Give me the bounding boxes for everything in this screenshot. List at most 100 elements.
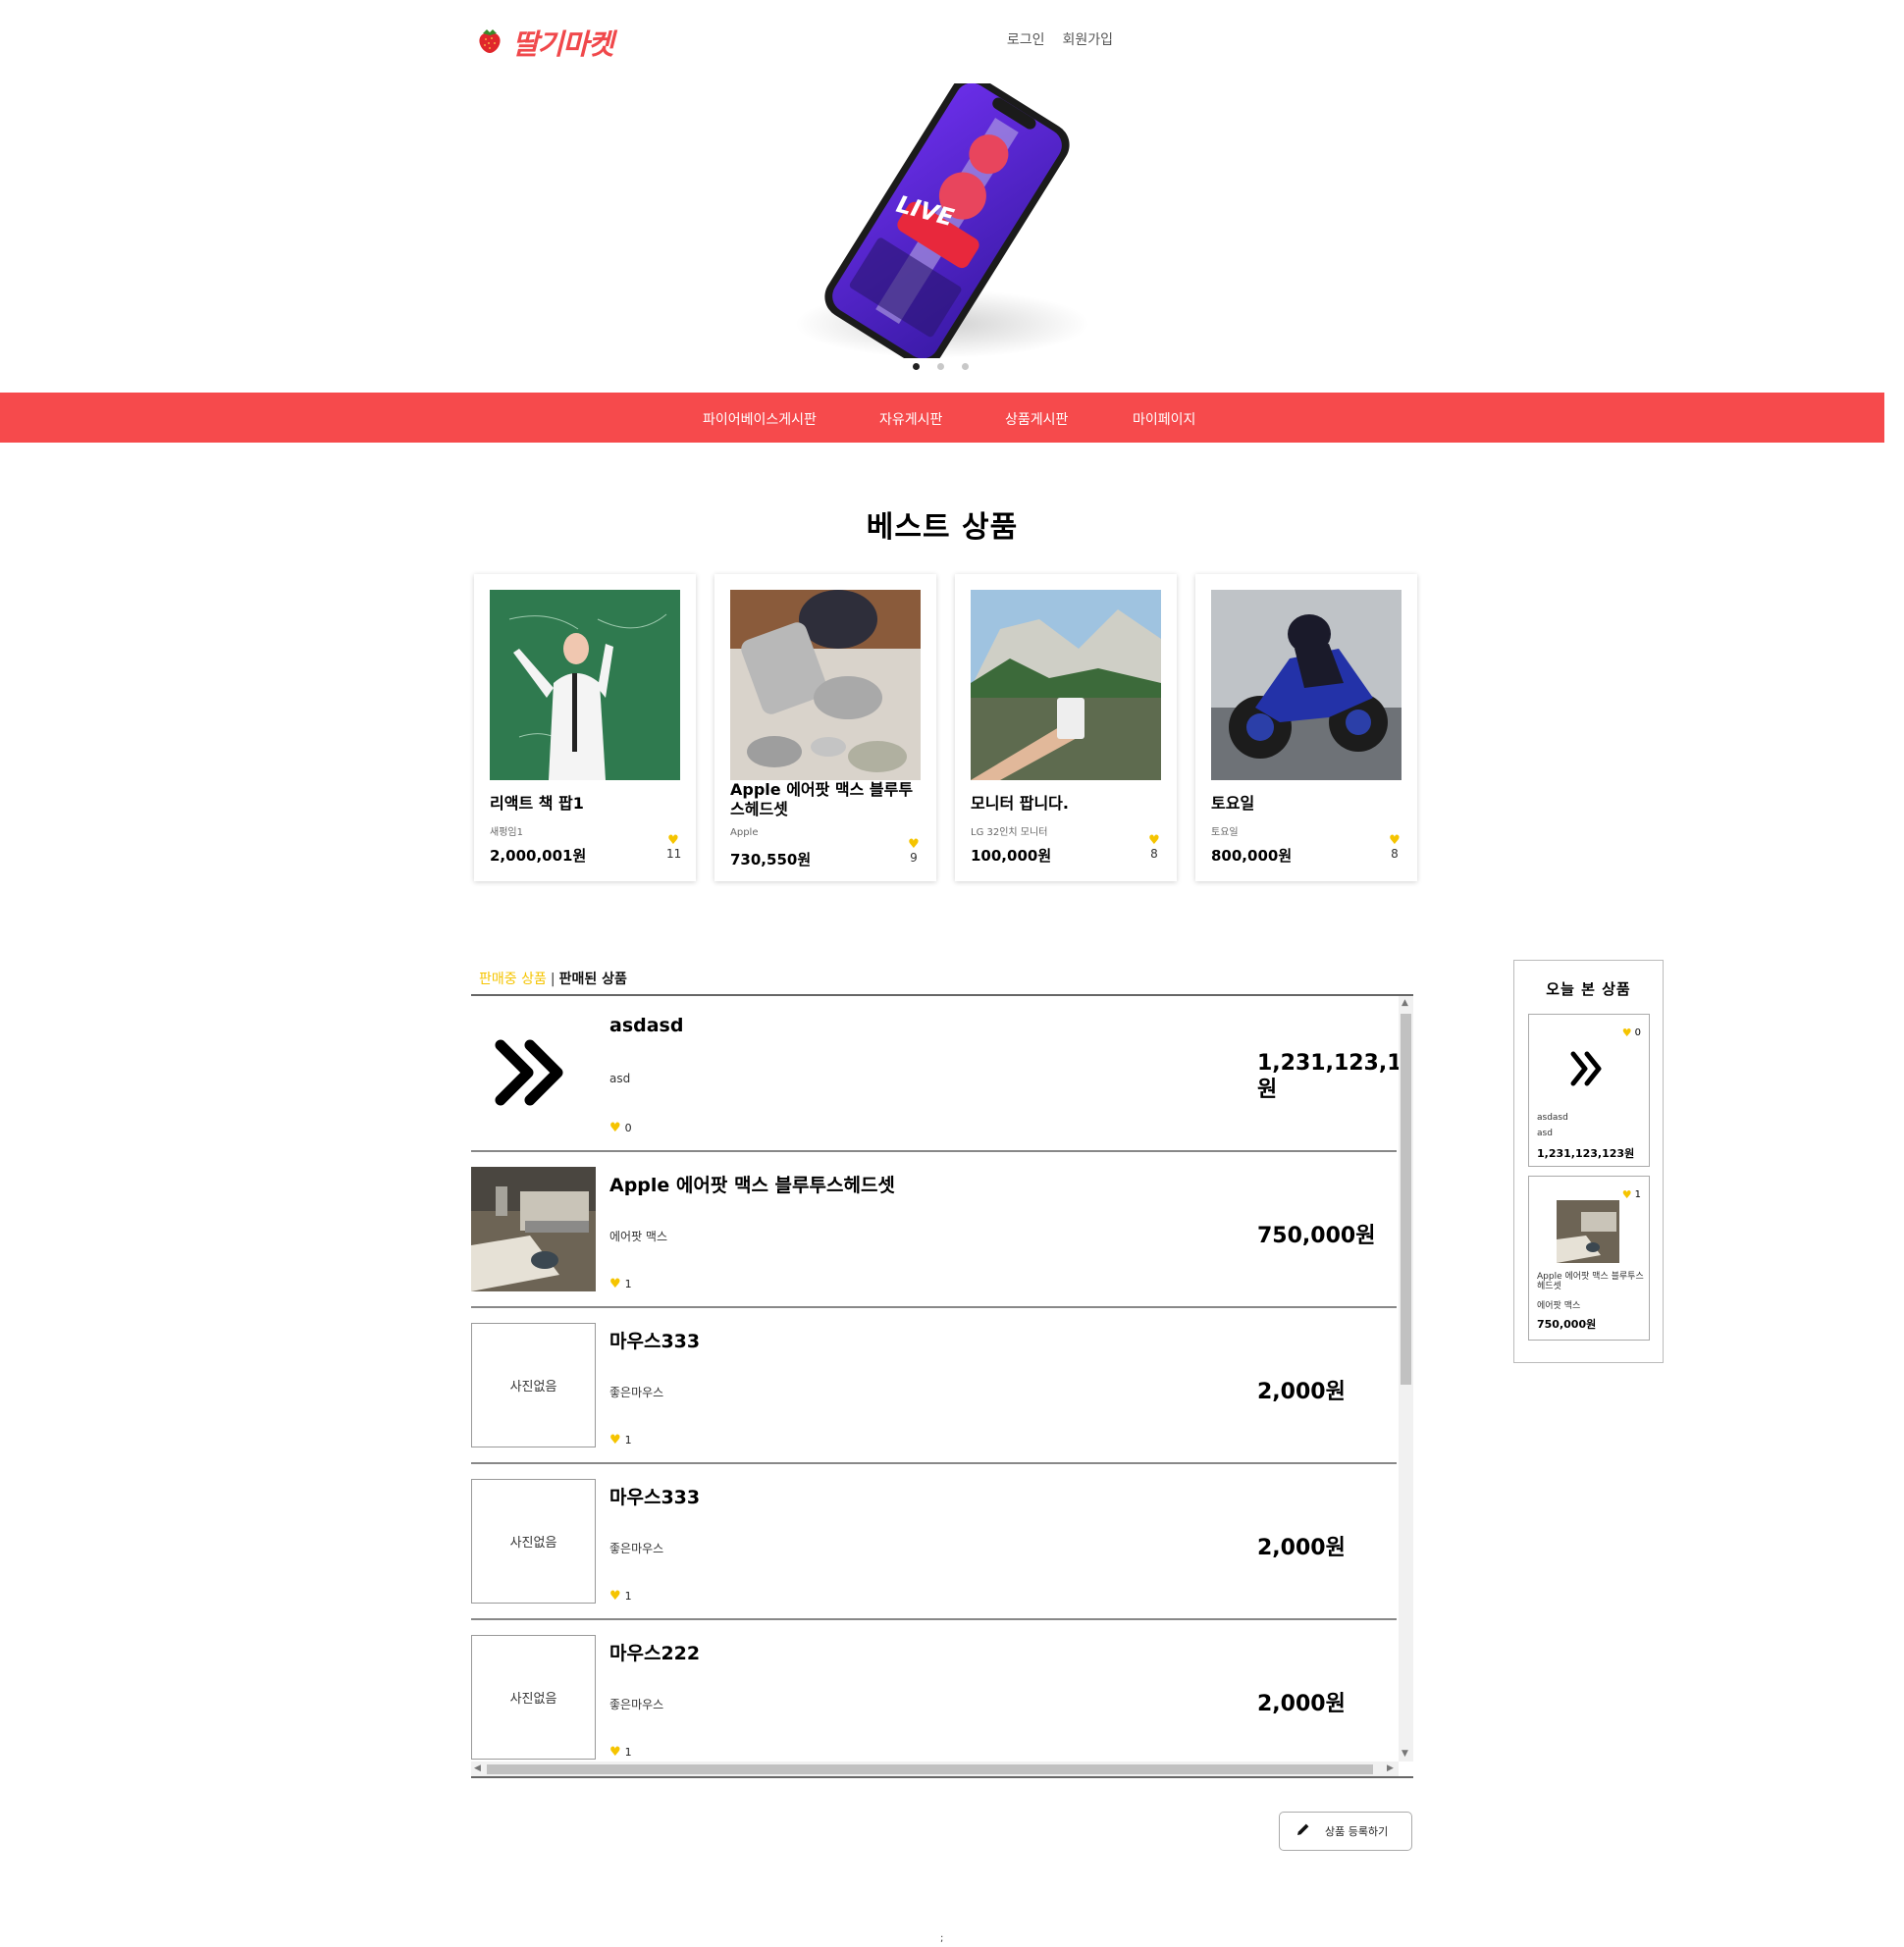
heart-icon: ♥ [609, 1121, 621, 1135]
scroll-left-icon[interactable]: ◀ [474, 1763, 481, 1773]
divider [471, 1776, 1413, 1778]
recent-item-subtitle: 에어팟 맥스 [1537, 1301, 1581, 1311]
heart-icon: ♥ [667, 833, 679, 848]
product-name: Apple 에어팟 맥스 블루투스헤드셋 [730, 780, 914, 818]
nav-mypage[interactable]: 마이페이지 [1133, 409, 1195, 429]
recent-item[interactable]: ♥ 1 Apple 에어팟 맥스 블루투스헤드셋 에어팟 맥스 750,000원 [1528, 1176, 1650, 1341]
heart-icon: ♥ [908, 837, 920, 852]
register-product-button[interactable]: 상품 등록하기 [1279, 1812, 1412, 1851]
list-item[interactable]: 사진없음 마우스333 좋은마우스 ♥ 1 2,000원 [471, 1308, 1397, 1464]
recently-viewed-panel: 오늘 본 상품 ♥ 0 asdasd asd 1,231,123,123원 ♥ 1 … [1513, 960, 1664, 1363]
recent-item-price: 750,000원 [1537, 1318, 1597, 1331]
scrollbar-thumb[interactable] [487, 1764, 1373, 1774]
product-price: 730,550원 [730, 851, 812, 868]
like-count: ♥ 11 [666, 833, 682, 861]
banner-carousel[interactable]: LIVE [795, 75, 1099, 367]
heart-icon: ♥ [609, 1433, 621, 1447]
nav-firebase-board[interactable]: 파이어베이스게시판 [703, 409, 817, 429]
double-chevron-right-icon [1570, 1051, 1602, 1086]
like-count: ♥ 0 [609, 1121, 632, 1135]
like-count: ♥ 1 [609, 1433, 632, 1447]
horizontal-scrollbar[interactable]: ◀ ▶ [471, 1762, 1399, 1776]
product-price: 800,000원 [1211, 847, 1293, 865]
like-count: ♥ 8 [1389, 833, 1401, 861]
carousel-dot-2[interactable] [937, 363, 944, 370]
product-price: 2,000원 [1257, 1692, 1346, 1716]
product-price: 2,000원 [1257, 1536, 1346, 1560]
pencil-icon [1296, 1821, 1311, 1841]
carousel-dots [913, 363, 969, 370]
tab-separator: | [550, 972, 555, 987]
list-item[interactable]: Apple 에어팟 맥스 블루투스헤드셋 에어팟 맥스 ♥ 1 750,000원 [471, 1152, 1397, 1308]
scroll-right-icon[interactable]: ▶ [1387, 1763, 1394, 1773]
product-name: 토요일 [1211, 794, 1255, 813]
product-title: 마우스333 [609, 1487, 701, 1508]
product-list[interactable]: asdasd asd ♥0 1,231,123,123원 Apple 에어팟 맥 [471, 996, 1413, 1776]
best-product-card[interactable]: 토요일 토요일 800,000원 ♥ 8 [1195, 574, 1417, 881]
tab-sold[interactable]: 판매된 상품 [559, 972, 627, 987]
recent-item-name: asdasd [1537, 1113, 1568, 1123]
product-subtitle: LG 32인치 모니터 [971, 827, 1048, 838]
like-count: ♥ 9 [908, 837, 920, 865]
product-image [971, 590, 1161, 780]
scrollbar-thumb[interactable] [1401, 1014, 1411, 1385]
recent-item-thumbnail [1557, 1200, 1619, 1263]
heart-icon: ♥ [609, 1745, 621, 1760]
no-image-placeholder: 사진없음 [471, 1479, 596, 1604]
recently-viewed-title: 오늘 본 상품 [1546, 980, 1631, 998]
auth-links: 로그인 회원가입 [1007, 29, 1113, 49]
product-thumbnail [471, 1011, 596, 1135]
product-price: 100,000원 [971, 847, 1052, 865]
best-product-card[interactable]: Apple 에어팟 맥스 블루투스헤드셋 Apple 730,550원 ♥ 9 [714, 574, 936, 881]
product-thumbnail [471, 1167, 596, 1291]
product-price: 1,231,123,123원 [1257, 1051, 1402, 1102]
login-link[interactable]: 로그인 [1007, 29, 1045, 49]
register-product-label: 상품 등록하기 [1325, 1825, 1389, 1838]
scroll-down-icon[interactable]: ▼ [1402, 1749, 1408, 1759]
list-item[interactable]: 사진없음 마우스222 좋은마우스 ♥ 1 2,000원 [471, 1620, 1397, 1776]
recent-item-name: Apple 에어팟 맥스 블루투스헤드셋 [1537, 1272, 1644, 1291]
like-count: ♥ 1 [609, 1745, 632, 1760]
heart-icon: ♥ [609, 1277, 621, 1291]
no-image-placeholder: 사진없음 [471, 1323, 596, 1447]
carousel-dot-1[interactable] [913, 363, 920, 370]
heart-icon: ♥ [1389, 833, 1401, 848]
logo-text: 딸기마켓 [512, 27, 614, 61]
product-description: 에어팟 맥스 [609, 1230, 668, 1243]
nav-product-board[interactable]: 상품게시판 [1005, 409, 1068, 429]
double-chevron-right-icon [495, 1039, 563, 1106]
like-count: ♥ 1 [609, 1589, 632, 1604]
tab-selling[interactable]: 판매중 상품 [479, 972, 547, 987]
carousel-dot-3[interactable] [962, 363, 969, 370]
list-item[interactable]: 사진없음 마우스333 좋은마우스 ♥ 1 2,000원 [471, 1464, 1397, 1620]
no-image-placeholder: 사진없음 [471, 1635, 596, 1760]
recent-item[interactable]: ♥ 0 asdasd asd 1,231,123,123원 [1528, 1014, 1650, 1167]
product-price: 2,000,001원 [490, 847, 587, 865]
product-title: asdasd [609, 1015, 684, 1036]
heart-icon: ♥ [1621, 1026, 1632, 1039]
logo[interactable]: 딸기마켓 [477, 22, 614, 63]
product-description: 좋은마우스 [609, 1542, 664, 1555]
product-title: 마우스222 [609, 1643, 701, 1664]
product-tabs: 판매중 상품 | 판매된 상품 [479, 969, 627, 988]
vertical-scrollbar[interactable]: ▲ ▼ [1399, 996, 1413, 1762]
best-products-title: 베스트 상품 [866, 510, 1019, 545]
scroll-up-icon[interactable]: ▲ [1402, 998, 1408, 1008]
best-product-card[interactable]: 리액트 책 팝1 새펑임1 2,000,001원 ♥ 11 [474, 574, 696, 881]
footer-mark: ; [940, 1933, 944, 1944]
product-image [730, 590, 921, 780]
like-count: ♥ 0 [1621, 1026, 1641, 1039]
product-name: 리액트 책 팝1 [490, 794, 584, 813]
like-count: ♥ 1 [1621, 1188, 1641, 1201]
signup-link[interactable]: 회원가입 [1062, 29, 1113, 49]
list-item[interactable]: asdasd asd ♥0 1,231,123,123원 [471, 996, 1402, 1152]
nav-free-board[interactable]: 자유게시판 [879, 409, 942, 429]
product-subtitle: 새펑임1 [490, 827, 523, 838]
product-subtitle: 토요일 [1211, 827, 1239, 838]
product-title: Apple 에어팟 맥스 블루투스헤드셋 [609, 1175, 895, 1196]
heart-icon: ♥ [609, 1589, 621, 1604]
strawberry-icon [477, 26, 502, 58]
product-image [490, 590, 680, 780]
best-product-card[interactable]: 모니터 팝니다. LG 32인치 모니터 100,000원 ♥ 8 [955, 574, 1177, 881]
product-image [1211, 590, 1402, 780]
